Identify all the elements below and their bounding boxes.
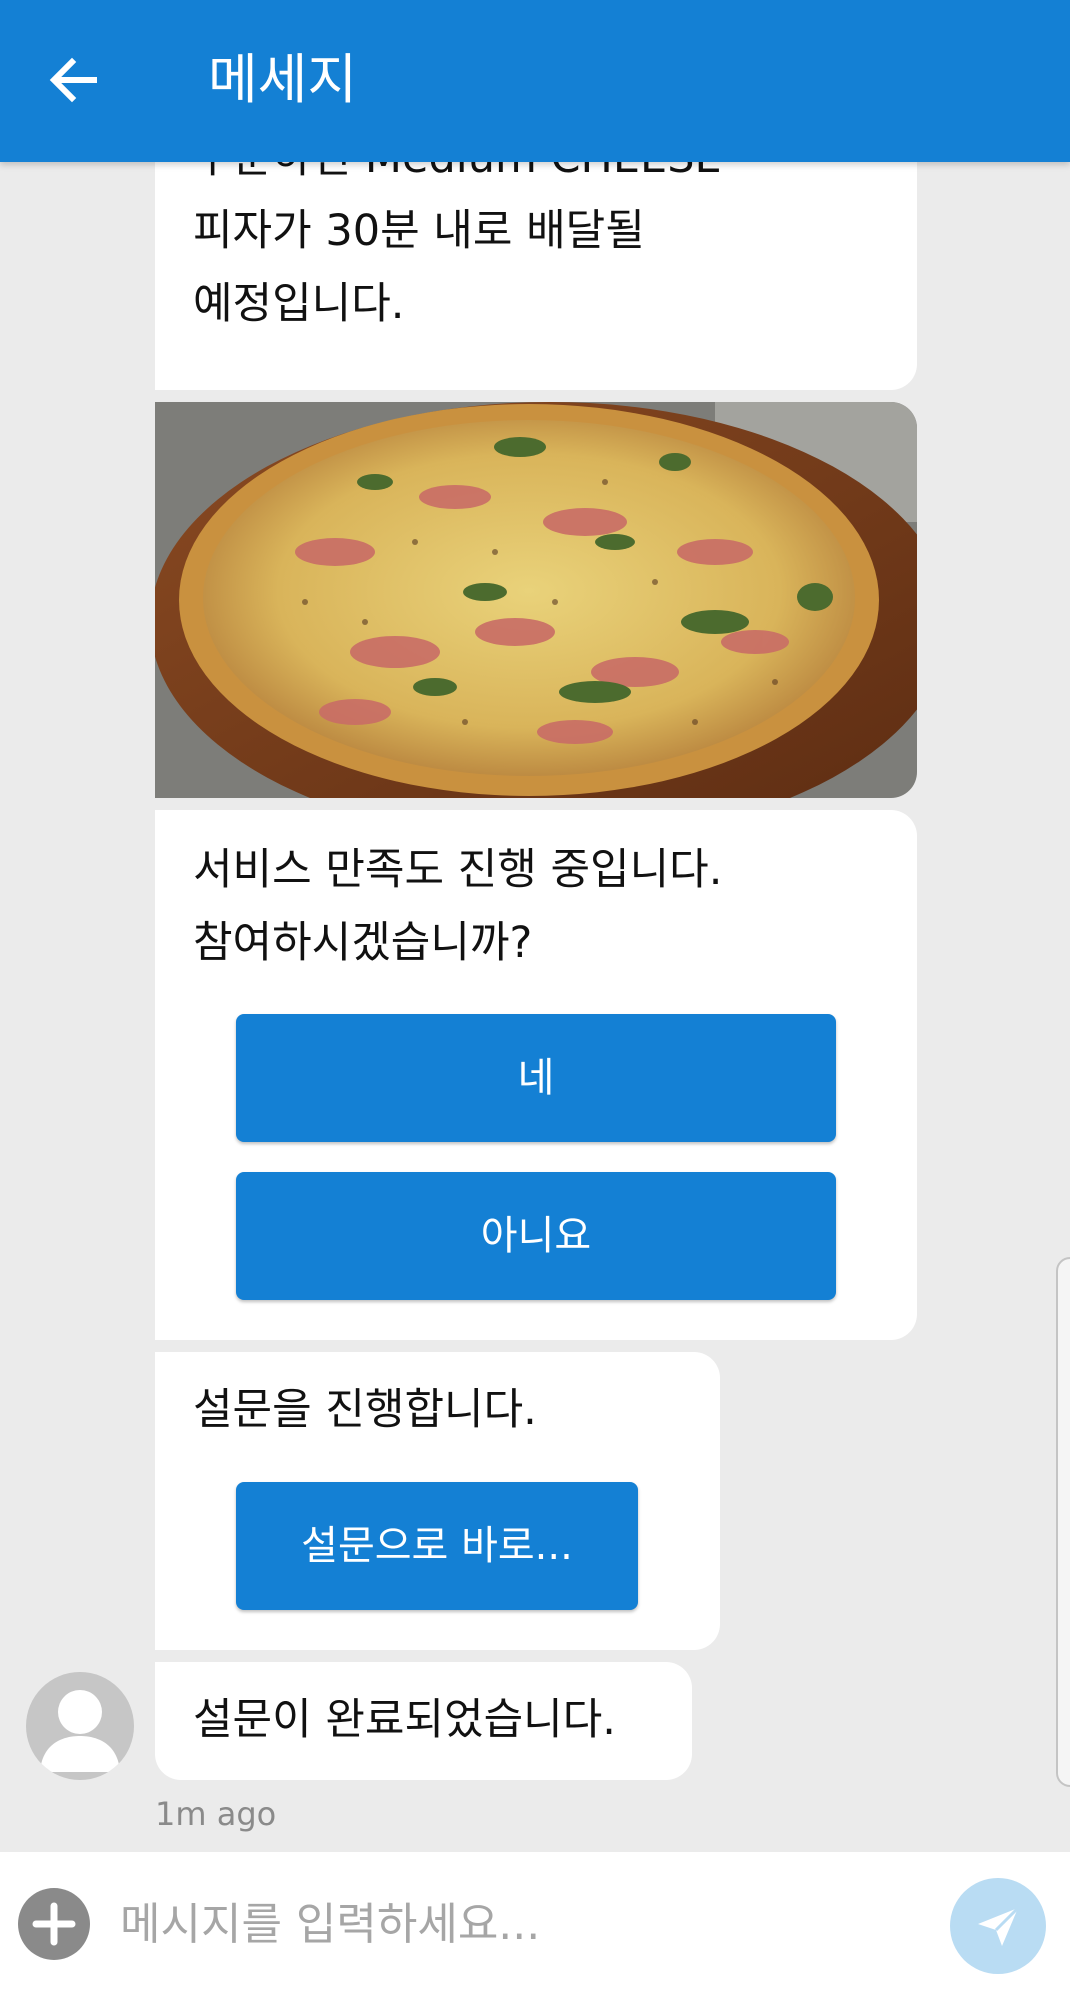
message-line: 서비스 만족도 진행 중입니다. <box>193 845 723 895</box>
app-header: 메세지 <box>0 0 1070 162</box>
pizza-image[interactable] <box>155 402 917 798</box>
go-to-survey-button[interactable]: 설문으로 바로... <box>236 1482 638 1610</box>
message-text: 주문하신 Medium CHEESE 피자가 30분 내로 배달될 예정입니다. <box>193 162 722 341</box>
message-feed[interactable]: 주문하신 Medium CHEESE 피자가 30분 내로 배달될 예정입니다. <box>0 162 1070 1852</box>
message-line: 예정입니다. <box>193 279 405 329</box>
message-bubble: 서비스 만족도 진행 중입니다. 참여하시겠습니까? 네 아니요 <box>155 810 917 1340</box>
send-icon <box>978 1906 1020 1946</box>
message-bubble: 설문이 완료되었습니다. <box>155 1662 692 1780</box>
message-line: 참여하시겠습니까? <box>193 918 533 968</box>
no-button[interactable]: 아니요 <box>236 1172 836 1300</box>
arrow-left-icon <box>49 57 97 103</box>
user-icon <box>40 1690 120 1772</box>
avatar[interactable] <box>26 1672 134 1780</box>
add-attachment-button[interactable] <box>18 1888 90 1960</box>
message-bubble: 주문하신 Medium CHEESE 피자가 30분 내로 배달될 예정입니다. <box>155 162 917 390</box>
message-text: 설문이 완료되었습니다. <box>193 1695 616 1745</box>
pizza-photo <box>155 402 917 798</box>
back-button[interactable] <box>34 40 114 120</box>
yes-button[interactable]: 네 <box>236 1014 836 1142</box>
message-timestamp: 1m ago <box>155 1795 277 1833</box>
page-title: 메세지 <box>208 48 358 111</box>
message-line: 주문하신 Medium CHEESE <box>193 162 722 195</box>
message-line: 피자가 30분 내로 배달될 <box>193 206 645 256</box>
message-text: 서비스 만족도 진행 중입니다. 참여하시겠습니까? <box>193 834 722 980</box>
message-input[interactable] <box>120 1882 920 1966</box>
send-button[interactable] <box>950 1878 1046 1974</box>
side-panel-handle[interactable] <box>1056 1257 1070 1787</box>
message-bubble: 설문을 진행합니다. 설문으로 바로... <box>155 1352 720 1650</box>
plus-circle-icon <box>32 1902 76 1946</box>
message-composer <box>0 1852 1070 1998</box>
message-text: 설문을 진행합니다. <box>193 1385 537 1435</box>
